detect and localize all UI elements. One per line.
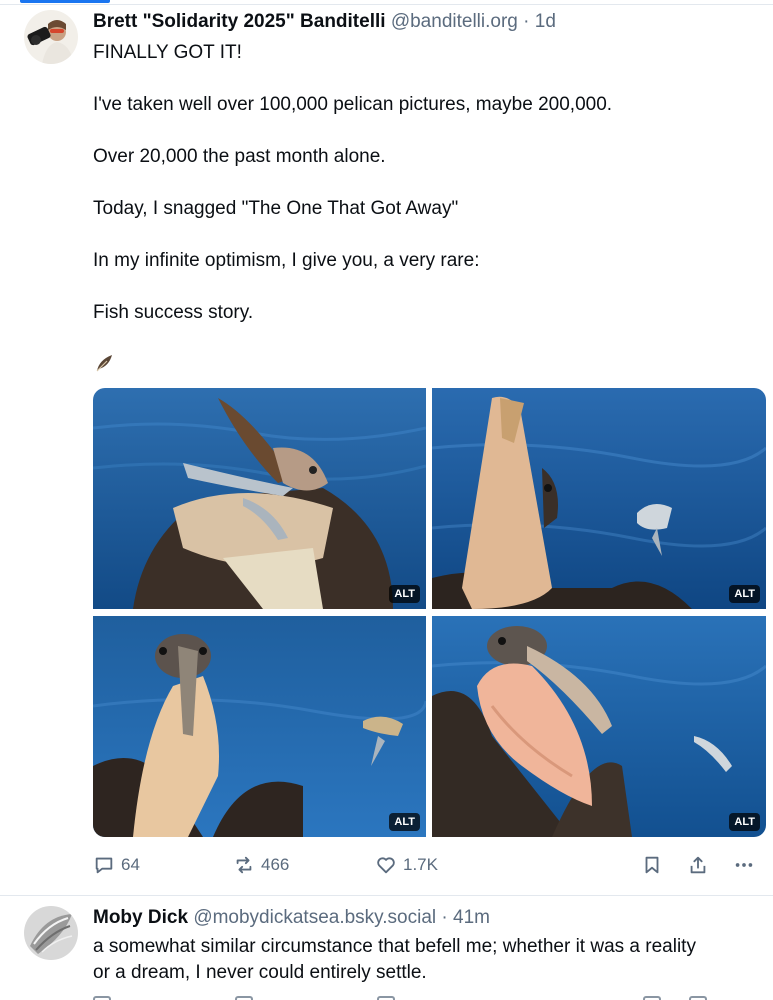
reply-line: a somewhat similar circumstance that bef… (93, 936, 696, 957)
reply-count: 64 (121, 855, 140, 874)
repost-icon[interactable] (235, 996, 253, 1000)
alt-badge[interactable]: ALT (389, 585, 420, 603)
bookmark-icon[interactable] (643, 996, 661, 1000)
post-header: Moby Dick @mobydickatsea.bsky.social · 4… (93, 906, 490, 930)
heart-icon (377, 857, 395, 874)
share-icon (690, 856, 706, 874)
alt-badge[interactable]: ALT (729, 585, 760, 603)
repost-count: 466 (261, 855, 290, 874)
reply-line: or a dream, I never could entirely settl… (93, 962, 427, 983)
post-paragraph: Fish success story. (93, 302, 254, 323)
reply-text: a somewhat similar circumstance that bef… (93, 934, 763, 986)
separator: · (523, 11, 530, 32)
reply-icon[interactable] (93, 996, 111, 1000)
avatar[interactable] (24, 10, 78, 64)
alt-badge[interactable]: ALT (729, 813, 760, 831)
author-handle[interactable]: @mobydickatsea.bsky.social (193, 907, 436, 928)
post-text: FINALLY GOT IT! I've taken well over 100… (93, 40, 763, 326)
post-paragraph: FINALLY GOT IT! (93, 42, 242, 63)
repost-icon (236, 856, 252, 874)
post-paragraph: I've taken well over 100,000 pelican pic… (93, 94, 613, 115)
post-paragraph: Today, I snagged "The One That Got Away" (93, 198, 459, 219)
pelican-photo[interactable]: ALT (93, 388, 426, 609)
post-header: Brett "Solidarity 2025" Banditelli @band… (93, 10, 556, 34)
image-gallery: ALT ALT ALT ALT (93, 388, 766, 838)
ellipsis-icon (735, 863, 753, 867)
avatar[interactable] (24, 906, 78, 960)
pelican-photo[interactable]: ALT (432, 616, 766, 837)
like-button[interactable]: 1.7K (375, 852, 438, 878)
author-name[interactable]: Moby Dick (93, 907, 188, 928)
alt-badge[interactable]: ALT (389, 813, 420, 831)
active-tab-indicator (20, 0, 110, 3)
post-age[interactable]: 1d (535, 11, 556, 32)
repost-button[interactable]: 466 (233, 852, 289, 878)
bookmark-button[interactable] (641, 852, 663, 878)
share-icon[interactable] (689, 996, 707, 1000)
more-options-button[interactable] (733, 852, 755, 878)
reply-actions (93, 996, 766, 1000)
pelican-photo[interactable]: ALT (432, 388, 766, 609)
author-name[interactable]: Brett "Solidarity 2025" Banditelli (93, 11, 386, 32)
top-divider (0, 0, 773, 5)
pelican-photo[interactable]: ALT (93, 616, 426, 837)
heart-icon[interactable] (377, 996, 395, 1000)
post-paragraph: Over 20,000 the past month alone. (93, 146, 386, 167)
post-actions: 64 466 1.7K (93, 852, 766, 878)
post-paragraph: In my infinite optimism, I give you, a v… (93, 250, 480, 271)
reply-button[interactable]: 64 (93, 852, 140, 878)
bookmark-icon (645, 856, 659, 874)
separator: · (441, 907, 448, 928)
author-handle[interactable]: @banditelli.org (391, 11, 518, 32)
feather-icon (93, 352, 115, 374)
post-age[interactable]: 41m (453, 907, 490, 928)
share-button[interactable] (687, 852, 709, 878)
reply-icon (95, 857, 113, 874)
post[interactable]: Brett "Solidarity 2025" Banditelli @band… (0, 6, 773, 894)
reply-post[interactable]: Moby Dick @mobydickatsea.bsky.social · 4… (0, 895, 773, 1000)
like-count: 1.7K (403, 855, 438, 874)
